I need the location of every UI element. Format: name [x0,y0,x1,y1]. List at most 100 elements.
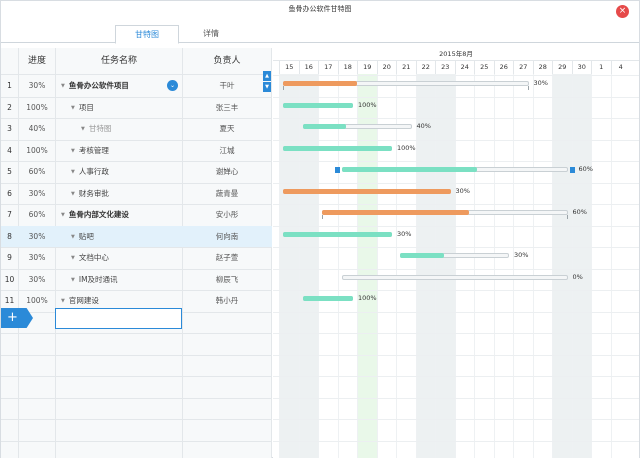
task-progress-fill [302,124,347,129]
task-progress-fill [283,81,357,86]
row-number: 8 [7,231,12,241]
day-label: 19 [357,61,377,74]
add-task-button[interactable]: + [1,308,33,328]
collapse-arrow-icon[interactable]: ▼ [81,119,85,140]
bar-progress-label: 100% [397,143,416,152]
bar-progress-label: 30% [514,251,529,259]
row-progress: 30% [28,274,46,284]
window-title: 鱼骨办公软件甘特图 [288,5,352,13]
table-row[interactable]: 6 30% ▼ 财务审批 蔬青曼 [1,183,272,204]
row-task-name[interactable]: ▼ IM及时通讯 [61,269,181,291]
row-progress: 40% [28,124,46,133]
tab-details[interactable]: 详情 [179,25,243,44]
gantt-row-divider [273,96,639,98]
task-name-column-header[interactable]: 任务名称 [56,48,182,74]
collapse-arrow-icon[interactable]: ▼ [71,184,75,205]
collapse-arrow-icon[interactable]: ▼ [71,141,75,162]
day-column [454,74,475,458]
collapse-arrow-icon[interactable]: ▼ [61,205,65,226]
row-progress: 30% [28,81,46,90]
row-divider [1,376,272,377]
scroll-stepper[interactable]: ▲ ▼ [263,71,271,93]
day-column [571,74,591,458]
table-row[interactable]: 5 60% ▼ 人事行政 谢婵心 [1,161,272,182]
table-row[interactable]: 8 30% ▼ 贴吧 何向南 [1,225,272,248]
collapse-arrow-icon[interactable]: ▼ [71,227,75,248]
table-row[interactable]: 4 100% ▼ 考核管理 江城 [1,140,272,161]
day-column [513,74,533,458]
gantt-row-divider [273,247,639,248]
task-bar[interactable] [341,274,568,280]
tab-gantt[interactable]: 甘特图 [115,25,179,44]
bar-progress-label: 30% [397,229,412,238]
month-label: 2015年8月 [273,48,639,61]
row-task-name[interactable]: ▼ 甘特图 [61,118,181,140]
scroll-up-icon[interactable]: ▲ [263,71,271,81]
scroll-down-icon[interactable]: ▼ [263,82,271,92]
table-row[interactable]: 2 100% ▼ 项目 张三丰 [1,97,272,118]
table-row[interactable]: 10 30% ▼ IM及时通讯 柳辰飞 [1,269,272,290]
day-label: 25 [474,61,494,74]
gantt-row-divider [273,182,639,184]
row-task-label: IM及时通讯 [78,274,118,284]
day-column [376,74,397,458]
task-progress-fill [283,145,392,151]
row-task-name[interactable]: ▼ 人事行政 [61,161,181,183]
collapse-arrow-icon[interactable]: ▼ [61,76,65,97]
day-column [396,74,416,458]
row-divider [1,333,272,334]
row-task-name[interactable]: ▼ 考核管理 [61,140,181,162]
collapse-arrow-icon[interactable]: ▼ [71,270,75,291]
row-task-name[interactable]: ▼ 项目 [61,97,181,119]
day-column [493,74,514,458]
row-progress: 100% [26,145,48,155]
collapse-arrow-icon[interactable]: ▼ [71,98,75,119]
resize-handle-icon[interactable] [569,167,575,173]
day-column [552,74,572,458]
owner-column-header[interactable]: 负责人 [183,48,271,74]
row-task-label: 考核管理 [78,145,109,155]
day-column [337,74,358,458]
row-task-name[interactable]: ▼ 文档中心 [61,247,181,269]
day-label: 17 [318,61,338,74]
new-task-input[interactable] [55,308,182,329]
table-row[interactable]: 7 60% ▼ 鱼骨内部文化建设 安小彤 [1,204,272,225]
row-number: 6 [7,188,12,198]
row-number: 3 [7,124,12,133]
tab-bar: 甘特图 详情 [1,23,639,44]
table-row[interactable]: 9 30% ▼ 文档中心 赵子萱 [1,247,272,268]
row-owner: 柳辰飞 [215,274,239,284]
row-owner: 夏天 [219,124,235,133]
gantt-row-divider [273,354,639,356]
row-task-label: 贴吧 [78,231,94,241]
table-row[interactable]: 1 30% ▼ 鱼骨办公软件项目 干叶 ⌄ [1,75,272,96]
day-column [532,74,553,458]
row-task-name[interactable]: ▼ 鱼骨办公软件项目 [61,75,181,97]
day-label: 23 [435,61,455,74]
day-column [435,74,455,458]
day-label: 28 [532,61,553,74]
gantt-window: 鱼骨办公软件甘特图 × 甘特图 详情 进度 任务名称 负责人 1 30% ▼ 鱼骨办公… [0,0,640,458]
day-column [279,74,299,458]
expand-circle-icon[interactable]: ⌄ [167,80,178,91]
bar-progress-label: 30% [533,79,548,87]
row-task-label: 项目 [78,102,94,112]
row-progress: 100% [26,102,48,112]
row-task-name[interactable]: ▼ 财务审批 [61,183,181,205]
progress-column-header[interactable]: 进度 [19,48,55,74]
row-task-name[interactable]: ▼ 贴吧 [61,226,181,248]
collapse-arrow-icon[interactable]: ▼ [71,162,75,183]
resize-handle-icon[interactable] [334,167,340,173]
row-divider [1,419,272,420]
row-task-label: 鱼骨办公软件项目 [68,81,129,90]
collapse-arrow-icon[interactable]: ▼ [71,248,75,269]
summary-cap [322,215,323,219]
bar-progress-label: 0% [572,272,583,281]
gantt-row-divider [273,225,639,227]
row-task-label: 文档中心 [78,253,109,262]
row-task-name[interactable]: ▼ 鱼骨内部文化建设 [61,204,181,226]
table-row[interactable]: 3 40% ▼ 甘特图 夏天 [1,118,272,139]
gantt-row-divider [273,333,639,334]
row-progress: 30% [28,253,46,262]
close-button[interactable]: × [616,5,629,18]
